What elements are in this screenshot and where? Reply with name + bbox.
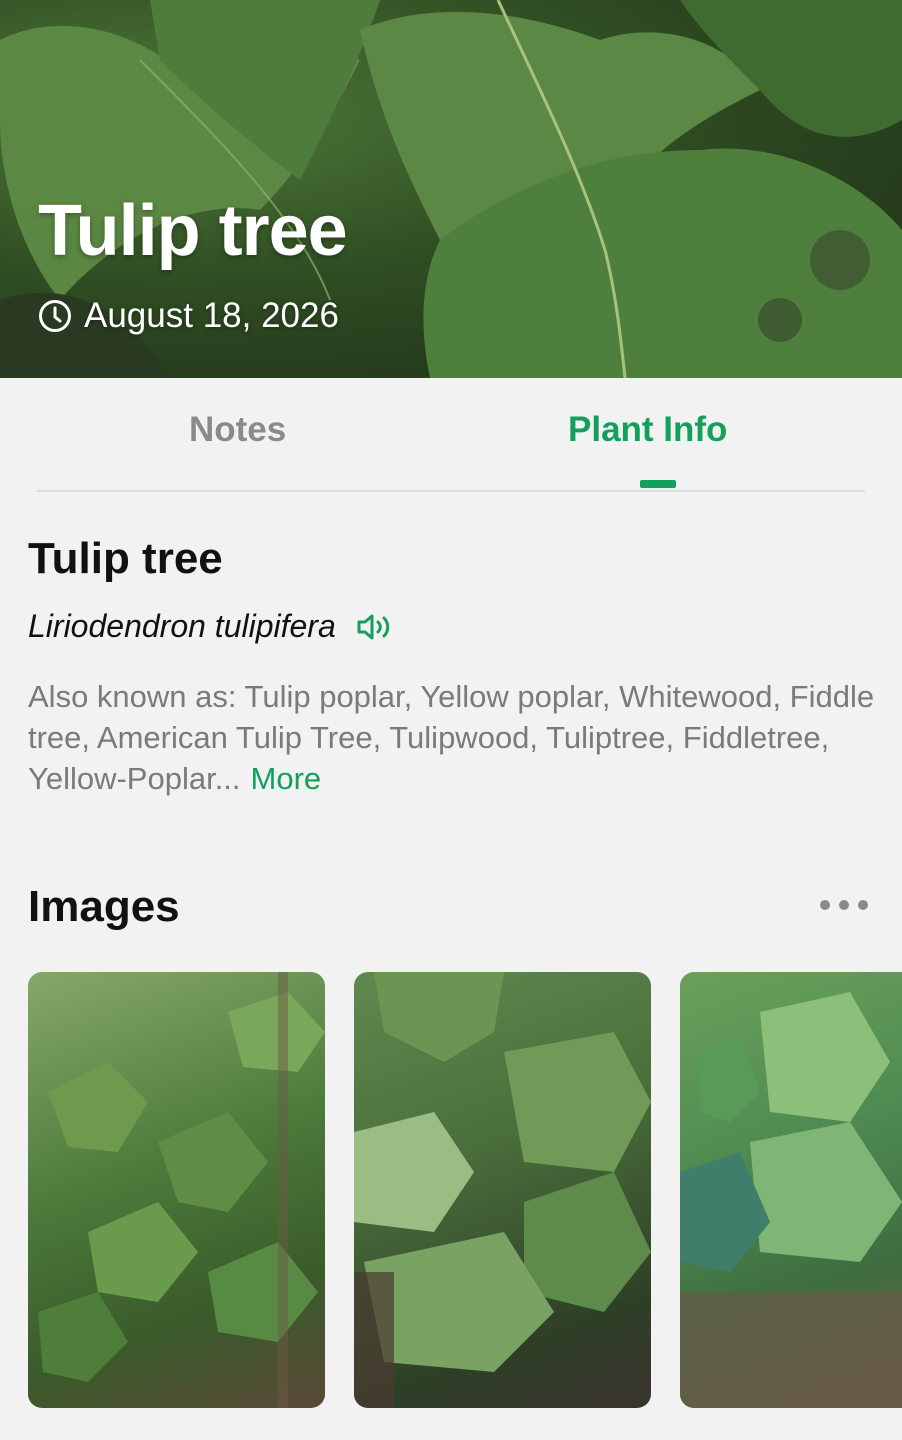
leaf-cluster-image	[680, 992, 902, 1408]
active-tab-indicator	[640, 480, 676, 488]
tab-notes[interactable]: Notes	[189, 410, 286, 450]
hero-date-row: August 18, 2026	[38, 296, 339, 336]
plant-image-thumbnail-1[interactable]	[28, 972, 325, 1408]
more-dots-icon[interactable]	[820, 895, 872, 915]
hero-date: August 18, 2026	[84, 296, 339, 335]
clock-icon	[39, 300, 71, 332]
leaf-cluster-image	[38, 972, 325, 1408]
tab-bar: Notes Plant Info	[37, 378, 865, 492]
also-known-as: Also known as: Tulip poplar, Yellow popl…	[28, 676, 878, 799]
speaker-icon[interactable]	[356, 612, 394, 642]
plant-image-thumbnail-3[interactable]	[680, 972, 902, 1408]
images-section-title: Images	[28, 882, 180, 931]
plant-image-thumbnail-2[interactable]	[354, 972, 651, 1408]
plant-common-name: Tulip tree	[28, 534, 223, 583]
more-link[interactable]: More	[251, 761, 322, 796]
scientific-name: Liriodendron tulipifera	[28, 608, 336, 644]
leaf-cluster-image	[354, 972, 651, 1408]
also-known-as-text: Also known as: Tulip poplar, Yellow popl…	[28, 679, 875, 796]
tab-plant-info[interactable]: Plant Info	[568, 410, 727, 450]
scientific-name-row: Liriodendron tulipifera	[28, 608, 394, 645]
hero-photo: Tulip tree August 18, 2026	[0, 0, 902, 378]
hero-title: Tulip tree	[38, 191, 348, 271]
